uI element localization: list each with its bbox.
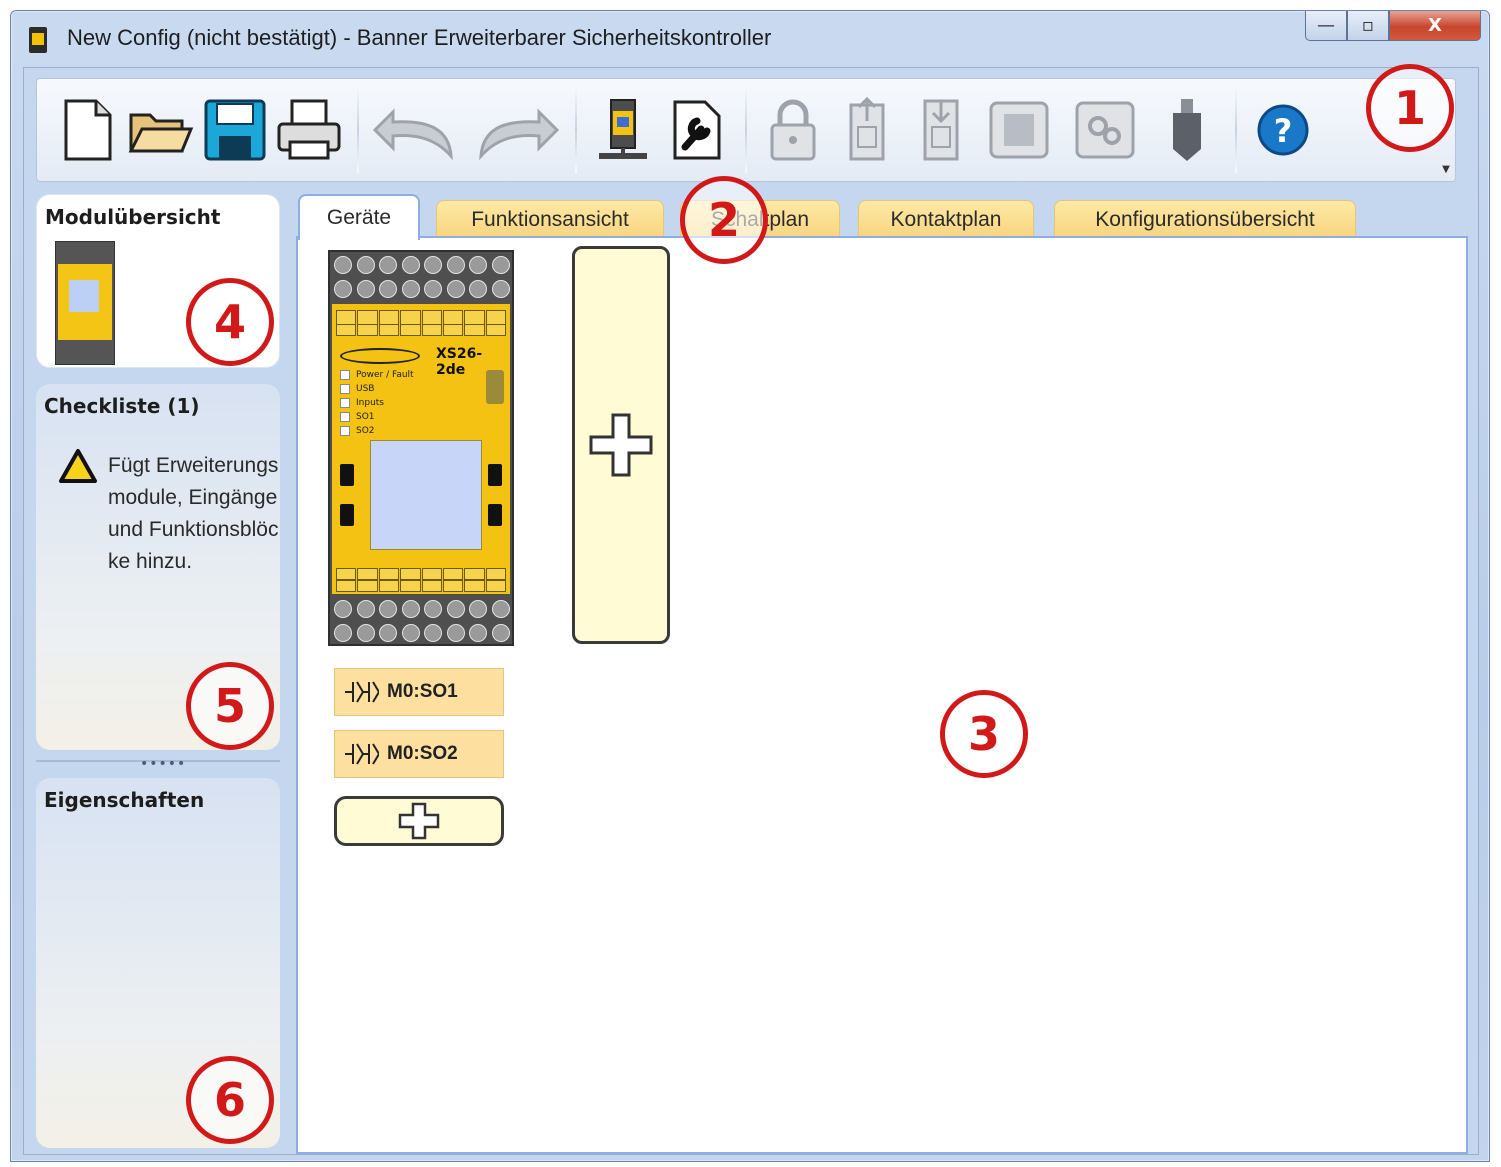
module-button-down <box>488 504 502 526</box>
upload-button[interactable] <box>831 91 903 169</box>
module-chip-icon <box>989 101 1049 159</box>
print-button[interactable] <box>273 91 345 169</box>
properties-title: Eigenschaften <box>44 788 205 812</box>
download-from-controller-icon <box>923 99 959 161</box>
contact-output-icon <box>345 681 379 703</box>
module-button-ok <box>340 504 354 526</box>
device-module-icon <box>599 99 647 159</box>
tab-geraete[interactable]: Geräte <box>298 194 420 240</box>
warning-icon <box>59 449 97 483</box>
app-icon <box>29 27 47 53</box>
download-button[interactable] <box>905 91 977 169</box>
close-button[interactable]: X <box>1389 11 1481 41</box>
add-expansion-module-button[interactable] <box>572 246 670 644</box>
minimize-button[interactable]: — <box>1305 11 1347 41</box>
callout-4: 4 <box>186 278 274 366</box>
output-label: M0:SO2 <box>387 743 458 764</box>
undo-icon <box>372 108 453 161</box>
redo-button[interactable] <box>467 91 563 169</box>
panel-splitter[interactable]: ••••• <box>36 757 280 771</box>
open-folder-icon <box>128 113 194 153</box>
toolbar: ? ▼ <box>36 78 1456 182</box>
usb-button[interactable] <box>1151 91 1223 169</box>
svg-text:?: ? <box>1274 112 1293 150</box>
callout-2: 2 <box>680 176 768 264</box>
output-so1[interactable]: M0:SO1 <box>334 668 504 716</box>
terminal-row <box>334 598 510 620</box>
new-file-icon <box>64 99 112 161</box>
open-button[interactable] <box>125 91 197 169</box>
new-file-button[interactable] <box>51 91 123 169</box>
help-button[interactable]: ? <box>1247 91 1319 169</box>
tab-funktionsansicht[interactable]: Funktionsansicht <box>436 200 664 238</box>
callout-1: 1 <box>1366 64 1454 152</box>
plus-icon <box>589 413 653 477</box>
maximize-button[interactable]: ▫ <box>1347 11 1389 41</box>
settings-button[interactable] <box>661 91 733 169</box>
save-icon <box>204 99 266 161</box>
window-title: New Config (nicht bestätigt) - Banner Er… <box>67 25 772 50</box>
network-gears-icon <box>1075 101 1135 159</box>
title-bar: New Config (nicht bestätigt) - Banner Er… <box>11 11 1489 67</box>
contact-output-icon <box>345 743 379 765</box>
device-canvas: XS26-2de Power / Fault USB Inputs SO1 SO… <box>296 236 1468 1154</box>
terminal-row <box>334 278 510 300</box>
tab-kontaktplan[interactable]: Kontaktplan <box>858 200 1034 238</box>
checklist-title: Checkliste (1) <box>44 394 200 418</box>
redo-icon <box>479 108 560 161</box>
tab-konfigurationsuebersicht[interactable]: Konfigurationsübersicht <box>1054 200 1356 238</box>
module-button-up <box>488 464 502 486</box>
usb-port <box>486 370 504 404</box>
lock-icon <box>770 99 816 161</box>
module-overview-title: Modulübersicht <box>45 205 221 229</box>
network-button[interactable] <box>1061 91 1149 169</box>
save-button[interactable] <box>199 91 271 169</box>
toolbar-separator <box>575 87 577 173</box>
toolbar-separator <box>357 87 359 173</box>
callout-6: 6 <box>186 1056 274 1144</box>
terminal-row <box>334 254 510 276</box>
led-labels: Power / Fault USB Inputs SO1 SO2 <box>340 368 414 438</box>
upload-to-controller-icon <box>849 97 885 161</box>
help-icon: ? <box>1257 104 1309 156</box>
settings-document-icon <box>673 100 721 160</box>
checklist-item-text: Fügt Erweiterungsmodule, Eingänge und Fu… <box>108 454 279 573</box>
terminal-row <box>334 622 510 644</box>
plus-icon <box>398 802 440 840</box>
output-label: M0:SO1 <box>387 681 458 702</box>
undo-button[interactable] <box>369 91 465 169</box>
module-display <box>370 440 482 550</box>
module-body: XS26-2de Power / Fault USB Inputs SO1 SO… <box>332 304 510 594</box>
window-controls: — ▫ X <box>1305 11 1481 49</box>
callout-3: 3 <box>940 690 1028 778</box>
output-so2[interactable]: M0:SO2 <box>334 730 504 778</box>
print-icon <box>277 99 341 160</box>
toolbar-separator <box>1235 87 1237 173</box>
usb-stick-icon <box>1173 99 1201 161</box>
app-window: New Config (nicht bestätigt) - Banner Er… <box>10 10 1490 1162</box>
add-output-button[interactable] <box>334 796 504 846</box>
toolbar-separator <box>745 87 747 173</box>
lock-button[interactable] <box>757 91 829 169</box>
module-button[interactable] <box>979 91 1059 169</box>
callout-5: 5 <box>186 662 274 750</box>
device-button[interactable] <box>587 91 659 169</box>
base-controller-module[interactable]: XS26-2de Power / Fault USB Inputs SO1 SO… <box>328 250 514 646</box>
module-button-esc <box>340 464 354 486</box>
brand-logo <box>340 348 420 364</box>
module-thumbnail[interactable] <box>55 241 115 365</box>
